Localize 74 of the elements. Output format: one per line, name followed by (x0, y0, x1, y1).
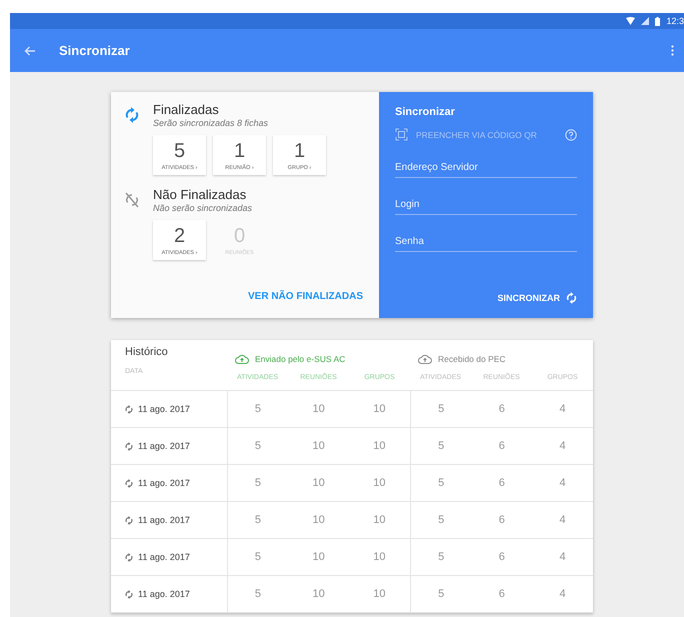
table-cell-text: 4 (558, 550, 567, 565)
table-cell-text: 10 (312, 550, 326, 565)
table-cell-text: 6 (498, 587, 506, 602)
text-field[interactable]: Login (395, 195, 577, 215)
more-menu-icon[interactable] (671, 45, 674, 56)
table-cell: 5 (226, 576, 288, 612)
table-cell-text: 6 (498, 439, 506, 454)
table-cell: 5 (226, 502, 288, 538)
table-cell-text: 4 (558, 476, 567, 491)
table-cell: 5 (410, 428, 472, 464)
date-cell: 11 ago. 2017 (138, 552, 190, 562)
date-cell: 11 ago. 2017 (138, 404, 190, 414)
table-cell-text: 10 (372, 513, 387, 528)
table-cell: 5 (410, 502, 472, 538)
sync-disabled-icon (125, 192, 139, 208)
group-label: Enviado pelo e-SUS AC (255, 354, 346, 364)
table-cell: 5 (410, 539, 472, 575)
section-subtitle: Serão sincronizadas 8 fichas (153, 118, 270, 128)
help-icon[interactable] (565, 128, 577, 140)
date-cell: 11 ago. 2017 (138, 441, 190, 451)
table-cell-text: 4 (558, 513, 567, 528)
cloud-upload-icon (235, 354, 249, 364)
cloud-upload-icon (418, 354, 432, 364)
table-cell: 5 (226, 428, 288, 464)
table-cell-text: 6 (498, 402, 506, 417)
wifi-icon (626, 17, 636, 25)
sync-icon (125, 404, 133, 414)
table-cell-text: 10 (372, 476, 387, 491)
sync-icon (125, 552, 133, 562)
table-cell-text: 10 (372, 439, 387, 454)
date-cell: 11 ago. 2017 (138, 515, 190, 525)
sync-icon (125, 442, 133, 450)
table-cell-text: 4 (558, 439, 567, 454)
text-field[interactable]: Endereço Servidor (395, 158, 577, 178)
table-cell-text: 10 (312, 513, 326, 528)
sync-icon (125, 107, 139, 123)
table-cell: 5 (226, 539, 288, 575)
text-field[interactable]: Senha (395, 232, 577, 252)
table-cell: 5 (226, 391, 288, 427)
table-cell-text: 4 (558, 587, 567, 602)
table-cell: 5 (226, 465, 288, 501)
status-time: 12:3 (666, 16, 684, 26)
table-cell-text: 10 (312, 476, 326, 491)
app-title: Sincronizar (59, 43, 131, 58)
panel-title: Sincronizar (395, 106, 456, 118)
table-cell-text: 10 (372, 587, 387, 602)
table-cell-text: 6 (498, 476, 506, 491)
group-label: Recebido do PEC (438, 354, 506, 364)
table-cell-text: 10 (372, 550, 387, 565)
table-cell-text: 10 (312, 587, 326, 602)
date-cell: 11 ago. 2017 (138, 478, 190, 488)
table-cell-text: 10 (312, 402, 326, 417)
history-title: Histórico (125, 346, 169, 358)
table-cell-text: 10 (372, 402, 387, 417)
battery-icon (655, 16, 660, 26)
sync-button[interactable]: SINCRONIZAR (498, 292, 577, 304)
sync-icon (125, 590, 133, 598)
table-cell: 5 (410, 391, 472, 427)
table-cell: 5 (410, 465, 472, 501)
table-cell-text: 4 (558, 402, 567, 417)
table-cell-text: 6 (498, 550, 506, 565)
qr-scan-icon (395, 128, 408, 141)
section-title: Não Finalizadas (153, 187, 248, 202)
section-subtitle: Não serão sincronizadas (153, 203, 254, 213)
date-cell: 11 ago. 2017 (138, 589, 190, 599)
signal-icon (641, 17, 650, 25)
table-cell-text: 6 (498, 513, 506, 528)
sync-icon (125, 516, 133, 524)
table-cell-text: 10 (312, 439, 326, 454)
sync-icon (566, 292, 577, 304)
section-title: Finalizadas (153, 102, 220, 117)
table-cell: 5 (410, 576, 472, 612)
sync-icon (125, 478, 133, 488)
back-arrow-icon[interactable] (24, 46, 36, 56)
